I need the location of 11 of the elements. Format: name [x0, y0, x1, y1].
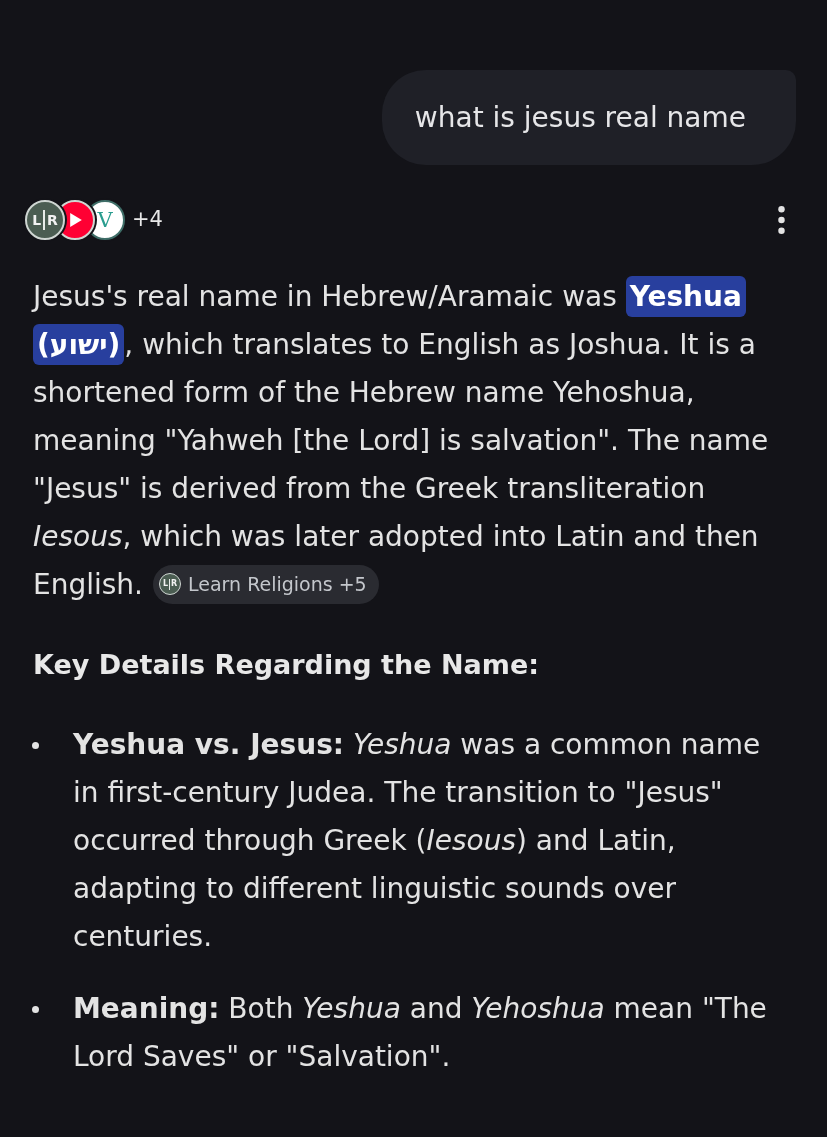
- bullet-icon: [32, 1005, 39, 1013]
- bullet-text: Meaning: Both Yeshua and Yehoshua mean "The Lord Saves" or "Salvation".: [73, 991, 768, 1075]
- bullet-icon: [32, 741, 39, 749]
- user-message-bubble: what is jesus real name: [381, 70, 796, 165]
- more-vertical-icon: [777, 206, 785, 234]
- source-chip[interactable]: L R Learn Religions +5: [153, 564, 379, 604]
- source-count: +4: [132, 206, 163, 234]
- letter-monogram-icon: L R: [159, 573, 181, 595]
- section-heading: Key Details Regarding the Name:: [33, 648, 539, 682]
- bullet-text: Yeshua vs. Jesus: Yeshua was a common name in first-century Judea. The transition to "Jesus" occurred through Greek (Iesous) and Latin, adapting to different linguistic sounds over centuries.: [73, 727, 762, 955]
- letter-monogram-icon: L R: [25, 200, 65, 240]
